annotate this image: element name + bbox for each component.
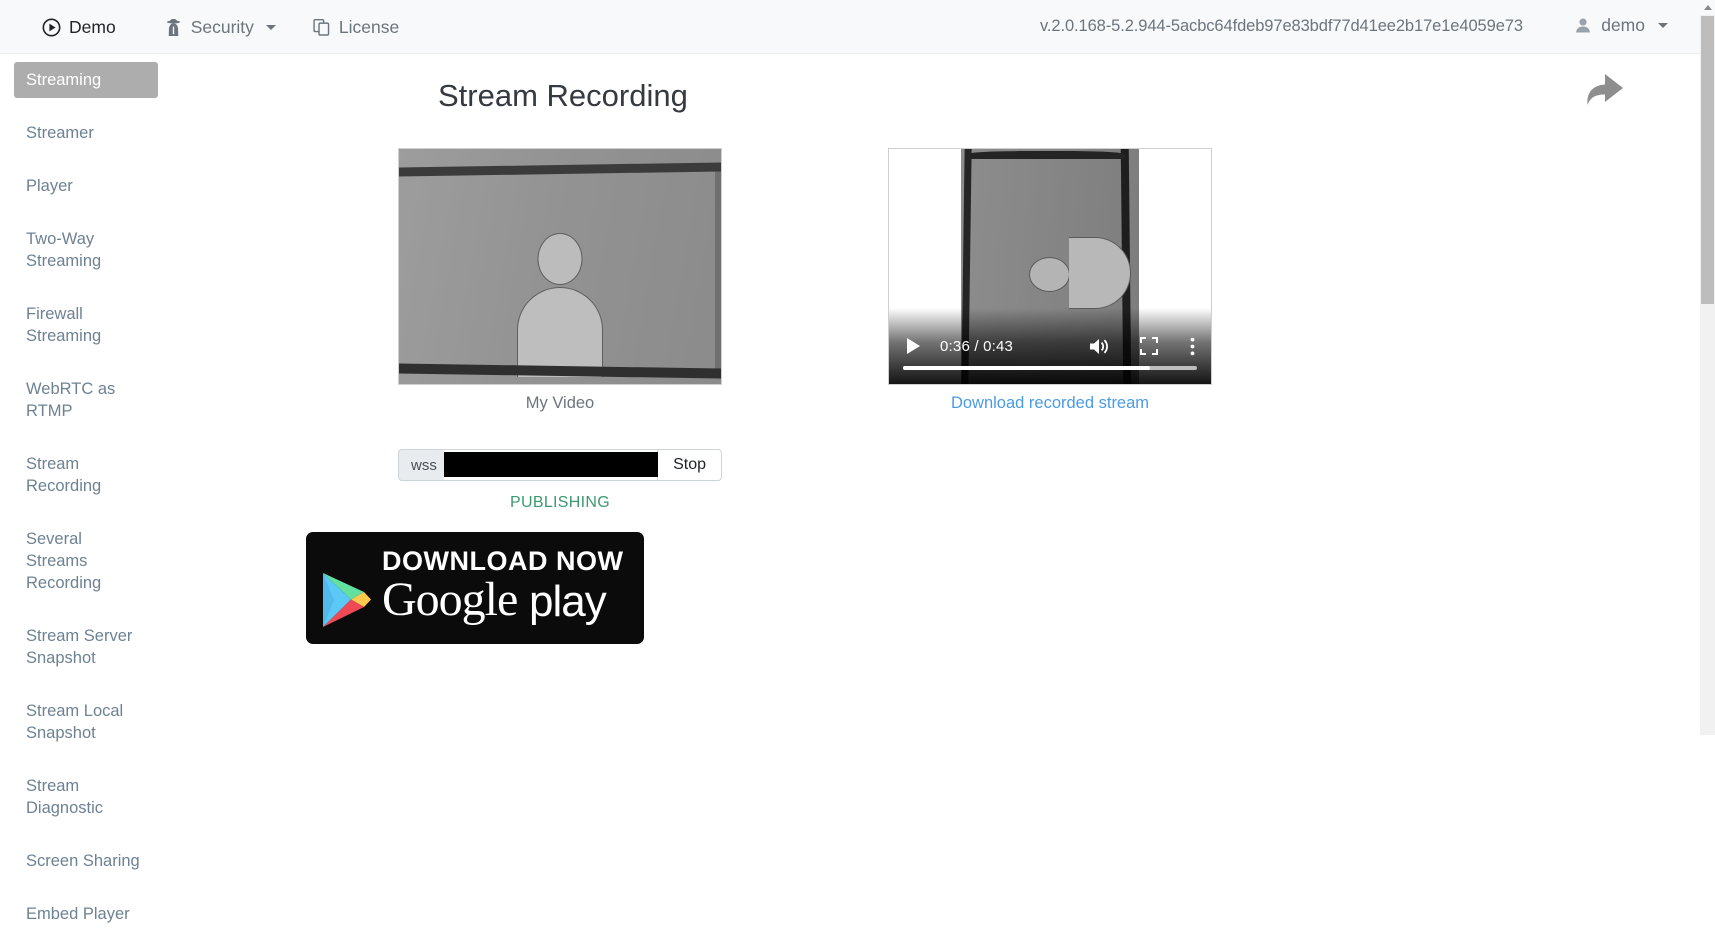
recorded-video-caption: Download recorded stream: [888, 394, 1212, 413]
video-controls-row: 0:36 / 0:43: [889, 332, 1211, 360]
stream-url-input[interactable]: [444, 449, 657, 481]
sidebar-item-player[interactable]: Player: [14, 168, 158, 204]
nav-item-security[interactable]: Security: [146, 9, 294, 46]
page-title: Stream Recording: [438, 78, 688, 114]
nav-brand-demo[interactable]: Demo: [16, 9, 146, 46]
nav-item-license[interactable]: License: [294, 9, 417, 46]
copy-documents-icon: [312, 18, 331, 37]
volume-icon[interactable]: [1088, 337, 1110, 356]
sidebar-item-streaming[interactable]: Streaming: [14, 62, 158, 98]
video-progress-bar[interactable]: [903, 366, 1197, 370]
nav-brand-label: Demo: [69, 17, 116, 38]
sidebar-item-stream-diagnostic[interactable]: Stream Diagnostic: [14, 768, 158, 826]
stop-button[interactable]: Stop: [657, 449, 722, 481]
main-content: Stream Recording My Video: [158, 54, 1700, 735]
sidebar-item-label: WebRTC as RTMP: [26, 380, 115, 420]
local-video-column: My Video: [398, 148, 722, 413]
chevron-down-icon: [1658, 23, 1668, 28]
sidebar-item-label: Streamer: [26, 124, 94, 142]
user-menu[interactable]: demo: [1569, 9, 1672, 42]
sidebar-item-label: Embed Player: [26, 905, 130, 923]
navbar-links: Demo Security License: [16, 9, 417, 46]
stream-url-prefix-label: wss: [398, 449, 444, 481]
local-video-caption: My Video: [398, 394, 722, 413]
sidebar-item-label: Screen Sharing: [26, 852, 140, 870]
sidebar: Streaming Streamer Player Two-Way Stream…: [14, 62, 158, 949]
status-badge: PUBLISHING: [398, 494, 722, 512]
user-secret-icon: [164, 18, 183, 37]
sidebar-item-label: Player: [26, 177, 73, 195]
sidebar-item-label: Firewall Streaming: [26, 305, 101, 345]
overflow-menu-icon[interactable]: [1190, 337, 1195, 356]
sidebar-item-several-streams-recording[interactable]: Several Streams Recording: [14, 521, 158, 601]
video-scene-edge: [715, 171, 721, 371]
person-silhouette-head: [1029, 257, 1070, 292]
video-controls-bar: 0:36 / 0:43: [889, 308, 1211, 384]
recorded-scene-edge-top: [967, 151, 1125, 159]
person-silhouette-head: [538, 233, 583, 285]
local-video-preview[interactable]: [398, 148, 722, 385]
recorded-video-column: 0:36 / 0:43: [888, 148, 1212, 413]
user-menu-label: demo: [1601, 15, 1645, 36]
sidebar-item-embed-player[interactable]: Embed Player: [14, 896, 158, 932]
sidebar-item-label: Streaming: [26, 71, 101, 89]
play-circle-icon: [42, 18, 61, 37]
stream-url-input-wrapper: [444, 449, 657, 481]
google-play-google-text: Google: [382, 576, 517, 624]
sidebar-item-label: Several Streams Recording: [26, 530, 101, 592]
chevron-down-icon: [266, 25, 276, 30]
sidebar-item-label: Stream Local Snapshot: [26, 702, 123, 742]
play-icon[interactable]: [905, 337, 922, 355]
top-navbar: Demo Security License: [0, 0, 1700, 54]
sidebar-item-stream-server-snapshot[interactable]: Stream Server Snapshot: [14, 618, 158, 676]
sidebar-item-firewall-streaming[interactable]: Firewall Streaming: [14, 296, 158, 354]
share-arrow-icon[interactable]: [1572, 64, 1632, 116]
fullscreen-icon[interactable]: [1140, 337, 1158, 355]
sidebar-item-two-way-streaming[interactable]: Two-Way Streaming: [14, 221, 158, 279]
google-play-badge[interactable]: DOWNLOAD NOW Google play: [306, 532, 644, 644]
page-scrollbar[interactable]: [1700, 0, 1715, 735]
sidebar-item-label: Stream Recording: [26, 455, 101, 495]
video-time-display: 0:36 / 0:43: [940, 338, 1013, 355]
google-play-triangle-icon: [320, 570, 374, 635]
nav-item-security-label: Security: [191, 17, 254, 38]
sidebar-item-stream-local-snapshot[interactable]: Stream Local Snapshot: [14, 693, 158, 751]
recorded-video-player[interactable]: 0:36 / 0:43: [888, 148, 1212, 385]
google-play-play-text: play: [529, 580, 606, 624]
sidebar-item-label: Two-Way Streaming: [26, 230, 101, 270]
sidebar-item-label: Stream Diagnostic: [26, 777, 103, 817]
download-recorded-stream-link[interactable]: Download recorded stream: [951, 394, 1149, 412]
stream-url-input-group: wss Stop: [398, 449, 722, 481]
person-silhouette-body: [517, 287, 603, 377]
sidebar-item-webrtc-as-rtmp[interactable]: WebRTC as RTMP: [14, 371, 158, 429]
sidebar-item-label: Stream Server Snapshot: [26, 627, 132, 667]
nav-item-license-label: License: [339, 17, 399, 38]
user-icon: [1573, 16, 1592, 35]
sidebar-item-screen-sharing[interactable]: Screen Sharing: [14, 843, 158, 879]
app-version: v.2.0.168-5.2.944-5acbc64fdeb97e83bdf77d…: [1040, 17, 1523, 36]
sidebar-item-stream-recording[interactable]: Stream Recording: [14, 446, 158, 504]
sidebar-item-streamer[interactable]: Streamer: [14, 115, 158, 151]
scroll-up-arrow-icon[interactable]: [1700, 0, 1715, 15]
video-progress-fill: [903, 366, 1150, 370]
scrollbar-thumb[interactable]: [1701, 16, 1714, 304]
